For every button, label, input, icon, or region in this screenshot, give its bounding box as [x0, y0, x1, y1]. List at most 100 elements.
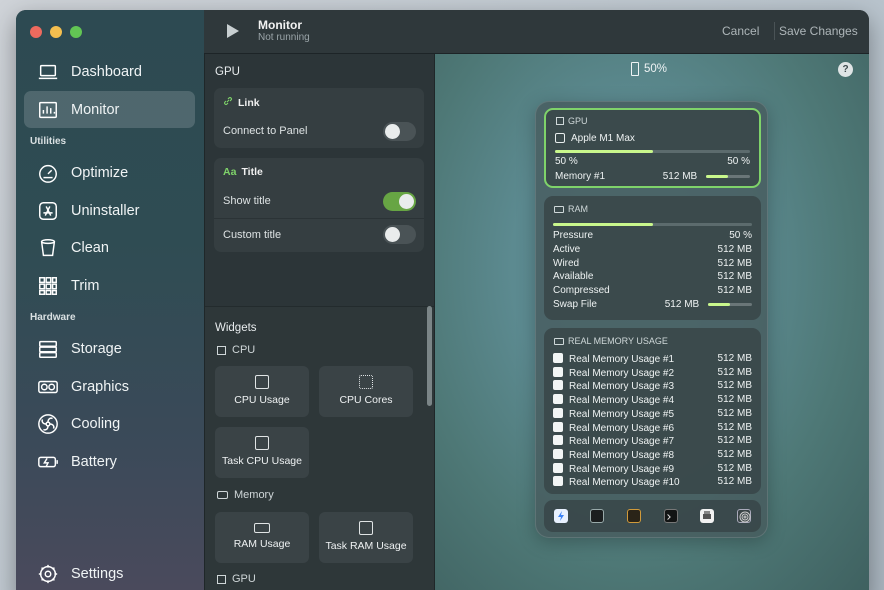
sidebar: Dashboard Monitor Utilities Optimize Uni… — [16, 10, 204, 590]
real-memory-widget-card[interactable]: REAL MEMORY USAGE Real Memory Usage #1 51… — [544, 328, 761, 494]
sidebar-item-storage[interactable]: Storage — [24, 330, 195, 367]
checkbox[interactable] — [553, 353, 563, 363]
ram-row-value: 512 MB — [664, 299, 700, 310]
toggle-knob — [385, 227, 400, 242]
real-memory-row: Real Memory Usage #6 512 MB — [553, 421, 752, 434]
ram-chip-icon — [554, 337, 564, 345]
sidebar-item-label: Battery — [71, 453, 117, 470]
real-memory-row-label: Real Memory Usage #2 — [569, 367, 675, 379]
checkbox[interactable] — [553, 407, 563, 418]
page-title: Monitor — [258, 18, 302, 32]
fan-icon — [36, 412, 60, 436]
preview-canvas: 50% ? GPU Apple M1 Max 50 % 50 % Memory … — [435, 54, 869, 590]
grid-icon — [36, 274, 60, 298]
play-icon[interactable] — [226, 23, 240, 39]
task-cpu-widget-button[interactable]: Task CPU Usage — [215, 427, 309, 478]
ram-chip-icon[interactable] — [627, 509, 641, 523]
checkbox[interactable] — [553, 435, 563, 446]
checkbox[interactable] — [553, 366, 563, 377]
gpu-chip-icon — [217, 574, 226, 584]
show-title-toggle[interactable] — [383, 192, 416, 211]
ram-row-value: 512 MB — [717, 271, 752, 282]
zoom-icon — [631, 62, 639, 76]
checkbox[interactable] — [553, 476, 563, 487]
task-ram-icon — [359, 521, 373, 535]
sidebar-item-monitor[interactable]: Monitor — [24, 91, 195, 128]
row-divider — [214, 218, 424, 219]
gpu-percent-left: 50 % — [555, 156, 578, 167]
checkbox[interactable] — [553, 380, 563, 391]
real-memory-row-left: Real Memory Usage #3 — [553, 380, 674, 392]
title-card: Aa Title Show title Custom title — [214, 158, 424, 252]
real-memory-row-label: Real Memory Usage #10 — [569, 477, 680, 489]
zoom-window-button[interactable] — [70, 26, 82, 38]
cpu-cores-widget-button[interactable]: CPU Cores — [319, 366, 413, 417]
link-card: Link Connect to Panel — [214, 88, 424, 148]
terminal-icon[interactable] — [664, 509, 678, 523]
widgets-scrollbar[interactable] — [427, 306, 432, 406]
ram-row-value: 512 MB — [717, 285, 752, 296]
checkbox[interactable] — [553, 462, 563, 473]
sidebar-item-label: Optimize — [71, 164, 129, 181]
ram-usage-widget-button[interactable]: RAM Usage — [215, 512, 309, 563]
sidebar-item-trim[interactable]: Trim — [24, 267, 195, 304]
help-button[interactable]: ? — [838, 62, 853, 77]
real-memory-row-value: 512 MB — [717, 353, 752, 364]
widget-button-label: CPU Usage — [234, 394, 290, 406]
sidebar-item-cooling[interactable]: Cooling — [24, 405, 195, 442]
real-memory-heading-text: REAL MEMORY USAGE — [568, 336, 668, 346]
real-memory-row-label: Real Memory Usage #7 — [569, 436, 675, 448]
sidebar-item-settings[interactable]: Settings — [24, 555, 195, 590]
zoom-level: 50% — [644, 63, 668, 75]
cancel-button[interactable]: Cancel — [722, 24, 759, 38]
sidebar-item-dashboard[interactable]: Dashboard — [24, 53, 195, 90]
link-card-title: Link — [223, 96, 260, 109]
ram-row-value: 50 % — [729, 230, 752, 241]
zoom-indicator[interactable]: 50% — [631, 62, 667, 76]
status-text: Not running — [258, 32, 310, 43]
real-memory-row-label: Real Memory Usage #8 — [569, 449, 675, 461]
sidebar-item-battery[interactable]: Battery — [24, 443, 195, 480]
ram-row-label: Available — [553, 271, 594, 282]
real-memory-row-left: Real Memory Usage #10 — [553, 476, 680, 488]
window-controls — [30, 26, 82, 38]
ram-row-label: Swap File — [553, 299, 597, 310]
cpu-usage-widget-button[interactable]: CPU Usage — [215, 366, 309, 417]
checkbox[interactable] — [553, 421, 563, 432]
checkbox[interactable] — [553, 448, 563, 459]
toolbar: Monitor Not running Cancel Save Changes — [204, 10, 869, 54]
real-memory-row-left: Real Memory Usage #4 — [553, 394, 674, 406]
task-ram-widget-button[interactable]: Task RAM Usage — [319, 512, 413, 563]
ram-row-label: Wired — [553, 258, 580, 269]
ram-widget-card[interactable]: RAM Pressure 50 % Active 512 MB Wired 51… — [544, 196, 761, 320]
sidebar-item-optimize[interactable]: Optimize — [24, 154, 195, 191]
printer-icon[interactable] — [700, 509, 714, 523]
fingerprint-icon[interactable] — [737, 509, 751, 523]
connect-panel-label: Connect to Panel — [223, 125, 308, 137]
minimize-window-button[interactable] — [50, 26, 62, 38]
real-memory-row: Real Memory Usage #7 512 MB — [553, 435, 752, 447]
custom-title-toggle[interactable] — [383, 225, 416, 244]
real-memory-row-label: Real Memory Usage #5 — [569, 408, 675, 420]
real-memory-row-left: Real Memory Usage #8 — [553, 448, 675, 461]
save-button[interactable]: Save Changes — [779, 24, 858, 38]
gpu-icon — [36, 375, 60, 399]
connect-panel-toggle[interactable] — [383, 122, 416, 141]
ram-row-pressure: Pressure 50 % — [553, 230, 752, 241]
real-memory-row-value: 512 MB — [717, 435, 752, 447]
lightning-icon[interactable] — [554, 509, 568, 523]
title-card-text: Title — [241, 166, 263, 178]
custom-title-label: Custom title — [223, 229, 282, 241]
gpu-percent-row: 50 % 50 % — [555, 156, 750, 167]
sidebar-item-graphics[interactable]: Graphics — [24, 368, 195, 405]
gpu-widget-card[interactable]: GPU Apple M1 Max 50 % 50 % Memory #1 512… — [544, 108, 761, 188]
sidebar-item-uninstaller[interactable]: Uninstaller — [24, 192, 195, 229]
gpu-name: Apple M1 Max — [571, 133, 635, 144]
cpu-chip-icon[interactable] — [590, 509, 604, 523]
checkbox[interactable] — [553, 394, 563, 405]
close-window-button[interactable] — [30, 26, 42, 38]
real-memory-row-label: Real Memory Usage #6 — [569, 422, 675, 434]
sidebar-item-clean[interactable]: Clean — [24, 229, 195, 266]
memory-chip-icon — [217, 491, 228, 499]
gpu-usage-bar-track — [555, 150, 750, 153]
